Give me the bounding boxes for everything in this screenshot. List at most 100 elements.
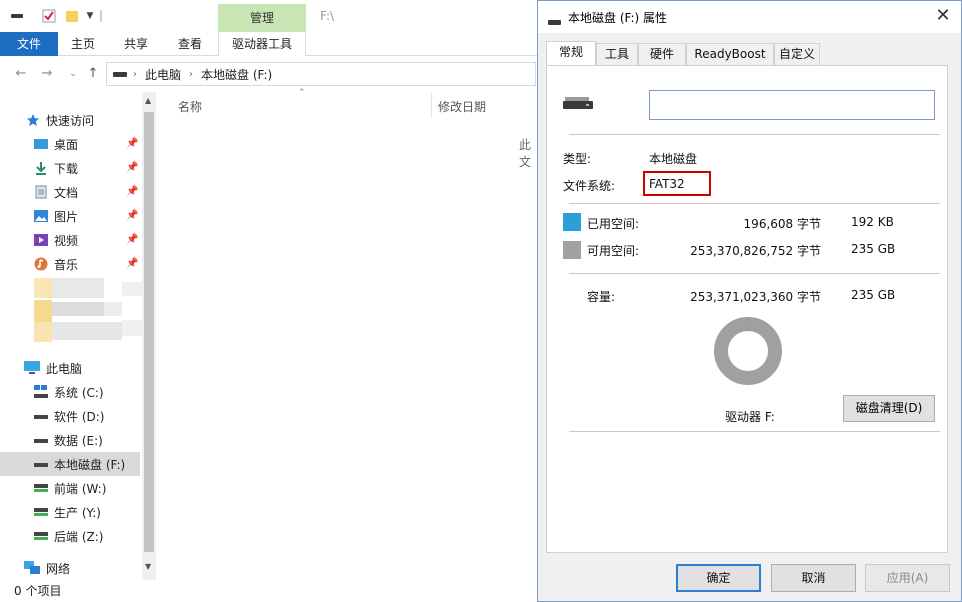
tab-hardware[interactable]: 硬件 <box>638 43 686 65</box>
separator <box>569 203 940 204</box>
sort-ascending-chevron-icon: ⌃ <box>298 88 306 98</box>
window-title-path: F:\ <box>320 9 335 23</box>
volume-label-input[interactable] <box>649 90 935 120</box>
used-space-label: 已用空间: <box>587 217 640 231</box>
cancel-button[interactable]: 取消 <box>771 564 856 592</box>
windows-drive-icon <box>34 385 48 399</box>
nav-label: 软件 (D:) <box>54 409 105 424</box>
star-icon <box>26 113 40 127</box>
nav-item-drive-f-selected[interactable]: 本地磁盘 (F:) <box>0 452 140 476</box>
ribbon-tabs: 文件 主页 共享 查看 驱动器工具 <box>0 32 540 56</box>
tab-drive-tools[interactable]: 驱动器工具 <box>218 32 306 56</box>
forward-arrow-icon[interactable]: → <box>40 67 54 81</box>
pin-icon[interactable]: 📌 <box>126 258 138 269</box>
drive-icon <box>34 433 48 447</box>
separator <box>569 273 940 274</box>
nav-this-pc[interactable]: 此电脑 <box>0 356 140 380</box>
nav-item-drive-d[interactable]: 软件 (D:) <box>0 404 140 428</box>
column-header-name[interactable]: 名称 <box>178 98 202 115</box>
customize-qat-chevron-icon[interactable]: ▼ <box>84 8 96 24</box>
nav-label: 音乐 <box>54 257 79 272</box>
picture-icon <box>34 209 48 223</box>
video-icon <box>34 233 48 247</box>
pin-icon[interactable]: 📌 <box>126 162 138 173</box>
separator <box>569 431 940 432</box>
network-drive-icon <box>34 505 48 519</box>
computer-icon <box>24 361 40 375</box>
used-space-size: 192 KB <box>851 215 894 229</box>
pin-icon[interactable]: 📌 <box>126 186 138 197</box>
nav-item-drive-e[interactable]: 数据 (E:) <box>0 428 140 452</box>
quick-access-toolbar: ▼ 管理 F:\ <box>0 0 540 32</box>
up-arrow-icon[interactable]: ↑ <box>86 67 100 81</box>
nav-label: 此电脑 <box>46 361 83 376</box>
nav-label: 前端 (W:) <box>54 481 107 496</box>
breadcrumb-drive-f[interactable]: 本地磁盘 (F:) <box>201 66 272 83</box>
nav-item-documents[interactable]: 文档 📌 <box>0 180 140 204</box>
nav-item-music[interactable]: 音乐 📌 <box>0 252 140 276</box>
address-bar[interactable]: › 此电脑 › 本地磁盘 (F:) <box>106 62 536 86</box>
new-folder-icon[interactable] <box>64 8 80 24</box>
nav-label: 快速访问 <box>46 113 95 128</box>
dialog-title-bar[interactable]: 本地磁盘 (F:) 属性 ✕ <box>538 1 961 33</box>
tab-customize[interactable]: 自定义 <box>774 43 820 65</box>
pin-icon[interactable]: 📌 <box>126 138 138 149</box>
nav-item-pictures[interactable]: 图片 📌 <box>0 204 140 228</box>
tab-share[interactable]: 共享 <box>116 32 156 56</box>
tab-tools[interactable]: 工具 <box>596 43 638 65</box>
tab-readyboost[interactable]: ReadyBoost <box>686 43 774 65</box>
nav-item-drive-y[interactable]: 生产 (Y:) <box>0 500 140 524</box>
music-icon <box>34 257 48 271</box>
nav-item-drive-c[interactable]: 系统 (C:) <box>0 380 140 404</box>
status-item-count: 0 个项目 <box>14 584 62 598</box>
nav-item-drive-z[interactable]: 后端 (Z:) <box>0 524 140 548</box>
dialog-title: 本地磁盘 (F:) 属性 <box>568 11 668 25</box>
ok-button[interactable]: 确定 <box>676 564 761 592</box>
nav-item-drive-w[interactable]: 前端 (W:) <box>0 476 140 500</box>
large-drive-icon <box>563 96 593 113</box>
pin-icon[interactable]: 📌 <box>126 234 138 245</box>
network-drive-icon <box>34 481 48 495</box>
free-space-size: 235 GB <box>851 242 896 256</box>
recent-locations-chevron-icon[interactable]: ⌄ <box>66 67 80 81</box>
file-explorer-window: ▼ 管理 F:\ 文件 主页 共享 查看 驱动器工具 ← → ⌄ ↑ › 此电脑… <box>0 0 540 602</box>
free-space-label: 可用空间: <box>587 244 640 258</box>
drive-icon <box>34 457 48 471</box>
drive-icon[interactable] <box>10 8 24 24</box>
drive-properties-dialog: 本地磁盘 (F:) 属性 ✕ 常规 工具 硬件 ReadyBoost 自定义 类… <box>537 0 962 602</box>
scrollbar-thumb[interactable] <box>144 112 154 552</box>
scroll-up-chevron-icon[interactable]: ▲ <box>145 96 151 105</box>
tab-home[interactable]: 主页 <box>64 32 102 56</box>
column-header-modified[interactable]: 修改日期 <box>438 98 486 115</box>
nav-quick-access[interactable]: 快速访问 <box>0 108 140 132</box>
scroll-down-chevron-icon[interactable]: ▼ <box>145 562 151 571</box>
tab-file[interactable]: 文件 <box>0 32 58 56</box>
breadcrumb-this-pc[interactable]: 此电脑 <box>145 66 181 83</box>
nav-item-desktop[interactable]: 桌面 📌 <box>0 132 140 156</box>
qat-divider <box>100 10 102 22</box>
pin-icon[interactable]: 📌 <box>126 210 138 221</box>
nav-label: 文档 <box>54 185 79 200</box>
tab-view[interactable]: 查看 <box>170 32 210 56</box>
apply-button[interactable]: 应用(A) <box>865 564 950 592</box>
back-arrow-icon[interactable]: ← <box>14 67 28 81</box>
capacity-size: 235 GB <box>851 288 896 302</box>
capacity-label: 容量: <box>587 290 616 304</box>
manage-contextual-tab[interactable]: 管理 <box>218 4 306 32</box>
drive-icon <box>34 409 48 423</box>
close-icon[interactable]: ✕ <box>931 5 955 27</box>
nav-network[interactable]: 网络 <box>0 556 140 580</box>
nav-item-downloads[interactable]: 下载 📌 <box>0 156 140 180</box>
desktop-icon <box>34 137 48 151</box>
disk-cleanup-button[interactable]: 磁盘清理(D) <box>843 395 935 422</box>
column-divider[interactable] <box>431 92 432 118</box>
breadcrumb-chevron-icon[interactable]: › <box>189 69 193 80</box>
properties-check-icon[interactable] <box>40 8 58 24</box>
breadcrumb-chevron-icon[interactable]: › <box>133 69 137 80</box>
nav-label: 系统 (C:) <box>54 385 104 400</box>
nav-label: 下载 <box>54 161 79 176</box>
network-drive-icon <box>34 529 48 543</box>
tab-general[interactable]: 常规 <box>546 41 596 66</box>
nav-label: 生产 (Y:) <box>54 505 101 520</box>
nav-item-videos[interactable]: 视频 📌 <box>0 228 140 252</box>
